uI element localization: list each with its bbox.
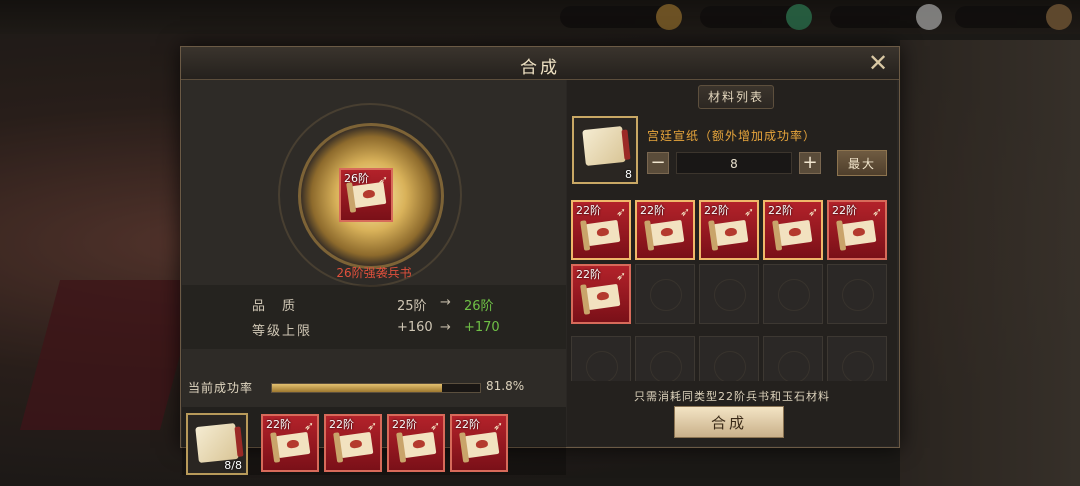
compose-button[interactable]: 合成 <box>674 406 784 438</box>
slot-pattern <box>778 279 810 311</box>
palace-paper-slot[interactable]: 8 <box>572 116 638 184</box>
slot-pattern <box>650 351 682 381</box>
close-button[interactable]: ✕ <box>863 50 893 76</box>
stat-quality-label: 品 质 <box>252 299 298 314</box>
increase-button[interactable]: + <box>799 152 821 174</box>
upgrade-arrow-icon: ➶ <box>303 419 314 433</box>
quantity-input[interactable]: 8 <box>676 152 792 174</box>
material-tier-badge: 22阶 <box>329 418 354 431</box>
grid-material-tile[interactable]: 22阶 ➶ <box>571 200 631 260</box>
material-tile[interactable]: 22阶 ➶ <box>324 414 382 472</box>
grid-tier-badge: 22阶 <box>576 268 601 281</box>
material-tier-badge: 22阶 <box>266 418 291 431</box>
material-hint: 只需消耗同类型22阶兵书和玉石材料 <box>634 390 830 403</box>
paper-stack-count: 8 <box>625 168 632 181</box>
empty-grid-slot <box>827 264 887 324</box>
material-tile[interactable]: 22阶 ➶ <box>387 414 445 472</box>
consumed-materials-row: 8/8 22阶 ➶ 22阶 ➶ 22阶 ➶ 22阶 ➶ <box>182 407 566 475</box>
upgrade-arrow-icon: ➶ <box>871 205 882 219</box>
military-book-icon <box>338 431 374 459</box>
grid-tier-badge: 22阶 <box>576 204 601 217</box>
grid-material-tile[interactable]: 22阶 ➶ <box>699 200 759 260</box>
stat-level-cap-label: 等级上限 <box>252 324 313 339</box>
empty-grid-slot <box>763 336 823 381</box>
slot-pattern <box>842 351 874 381</box>
close-icon: ✕ <box>867 49 889 77</box>
military-book-icon <box>351 181 387 209</box>
grid-material-tile[interactable]: 22阶 ➶ <box>635 200 695 260</box>
empty-grid-slot <box>699 264 759 324</box>
material-list-panel: 材料列表 8 宫廷宣纸（额外增加成功率） − 8 + 最大 22阶 ➶ 22阶 … <box>567 80 897 446</box>
military-book-icon <box>777 219 813 247</box>
success-rate-label: 当前成功率 <box>188 381 254 395</box>
paper-name: 宫廷宣纸（额外增加成功率） <box>647 129 817 143</box>
stat-level-cap-to: +170 <box>464 320 500 335</box>
dialog-title: 合成 <box>520 58 560 78</box>
upgrade-arrow-icon: ➶ <box>679 205 690 219</box>
max-button[interactable]: 最大 <box>837 150 887 176</box>
material-grid: 22阶 ➶ 22阶 ➶ 22阶 ➶ 22阶 ➶ 22阶 ➶ 22阶 ➶ <box>571 200 893 381</box>
success-rate-fill <box>272 384 443 392</box>
military-book-icon <box>585 283 621 311</box>
military-book-icon <box>401 431 437 459</box>
upgrade-arrow-icon: ➶ <box>743 205 754 219</box>
grid-tier-badge: 22阶 <box>704 204 729 217</box>
slot-pattern <box>842 279 874 311</box>
right-arrow-icon: → <box>440 320 451 335</box>
stat-level-cap-from: +160 <box>397 320 433 335</box>
material-tier-badge: 22阶 <box>392 418 417 431</box>
paper-icon <box>195 423 239 463</box>
stat-quality-from: 25阶 <box>397 299 427 314</box>
empty-grid-slot <box>635 264 695 324</box>
decrease-button[interactable]: − <box>647 152 669 174</box>
success-rate-bar <box>271 383 481 393</box>
result-item-name: 26阶强袭兵书 <box>336 266 412 280</box>
upgrade-arrow-icon: ➶ <box>615 269 626 283</box>
slot-pattern <box>778 351 810 381</box>
material-tile[interactable]: 22阶 ➶ <box>261 414 319 472</box>
grid-tier-badge: 22阶 <box>768 204 793 217</box>
result-item-tile[interactable]: 26阶 ➶ <box>339 168 393 222</box>
grid-material-tile[interactable]: 22阶 ➶ <box>763 200 823 260</box>
material-list-tab: 材料列表 <box>698 85 774 109</box>
synthesis-dialog: 合成 ✕ 26阶 ➶ 26阶强袭兵书 品 质 25阶 → 26阶 等级上限 +1… <box>180 46 900 475</box>
stat-quality-to: 26阶 <box>464 299 494 314</box>
grid-material-tile[interactable]: 22阶 ➶ <box>571 264 631 324</box>
grid-material-tile[interactable]: 22阶 ➶ <box>827 200 887 260</box>
upgrade-arrow-icon: ➶ <box>807 205 818 219</box>
slot-pattern <box>714 351 746 381</box>
military-book-icon <box>464 431 500 459</box>
stats-box: 品 质 25阶 → 26阶 等级上限 +160 → +170 <box>182 285 566 349</box>
military-book-icon <box>841 219 877 247</box>
paper-icon <box>582 126 626 166</box>
upgrade-arrow-icon: ➶ <box>429 419 440 433</box>
material-tier-badge: 22阶 <box>455 418 480 431</box>
empty-grid-slot <box>827 336 887 381</box>
military-book-icon <box>649 219 685 247</box>
empty-grid-slot <box>699 336 759 381</box>
empty-grid-slot <box>571 336 631 381</box>
grid-tier-badge: 22阶 <box>640 204 665 217</box>
military-book-icon <box>585 219 621 247</box>
dialog-title-bar: 合成 ✕ <box>181 47 899 80</box>
upgrade-arrow-icon: ➶ <box>366 419 377 433</box>
empty-grid-slot <box>635 336 695 381</box>
upgrade-arrow-icon: ➶ <box>615 205 626 219</box>
military-book-icon <box>275 431 311 459</box>
success-rate-value: 81.8% <box>486 379 525 393</box>
result-panel: 26阶 ➶ 26阶强袭兵书 品 质 25阶 → 26阶 等级上限 +160 → … <box>182 80 566 475</box>
slot-pattern <box>586 351 618 381</box>
military-book-icon <box>713 219 749 247</box>
empty-grid-slot <box>763 264 823 324</box>
upgrade-arrow-icon: ➶ <box>492 419 503 433</box>
slot-pattern <box>650 279 682 311</box>
paper-material-slot[interactable]: 8/8 <box>186 413 248 475</box>
grid-tier-badge: 22阶 <box>832 204 857 217</box>
right-arrow-icon: → <box>440 295 451 310</box>
slot-pattern <box>714 279 746 311</box>
material-tile[interactable]: 22阶 ➶ <box>450 414 508 472</box>
paper-material-count: 8/8 <box>224 459 242 472</box>
